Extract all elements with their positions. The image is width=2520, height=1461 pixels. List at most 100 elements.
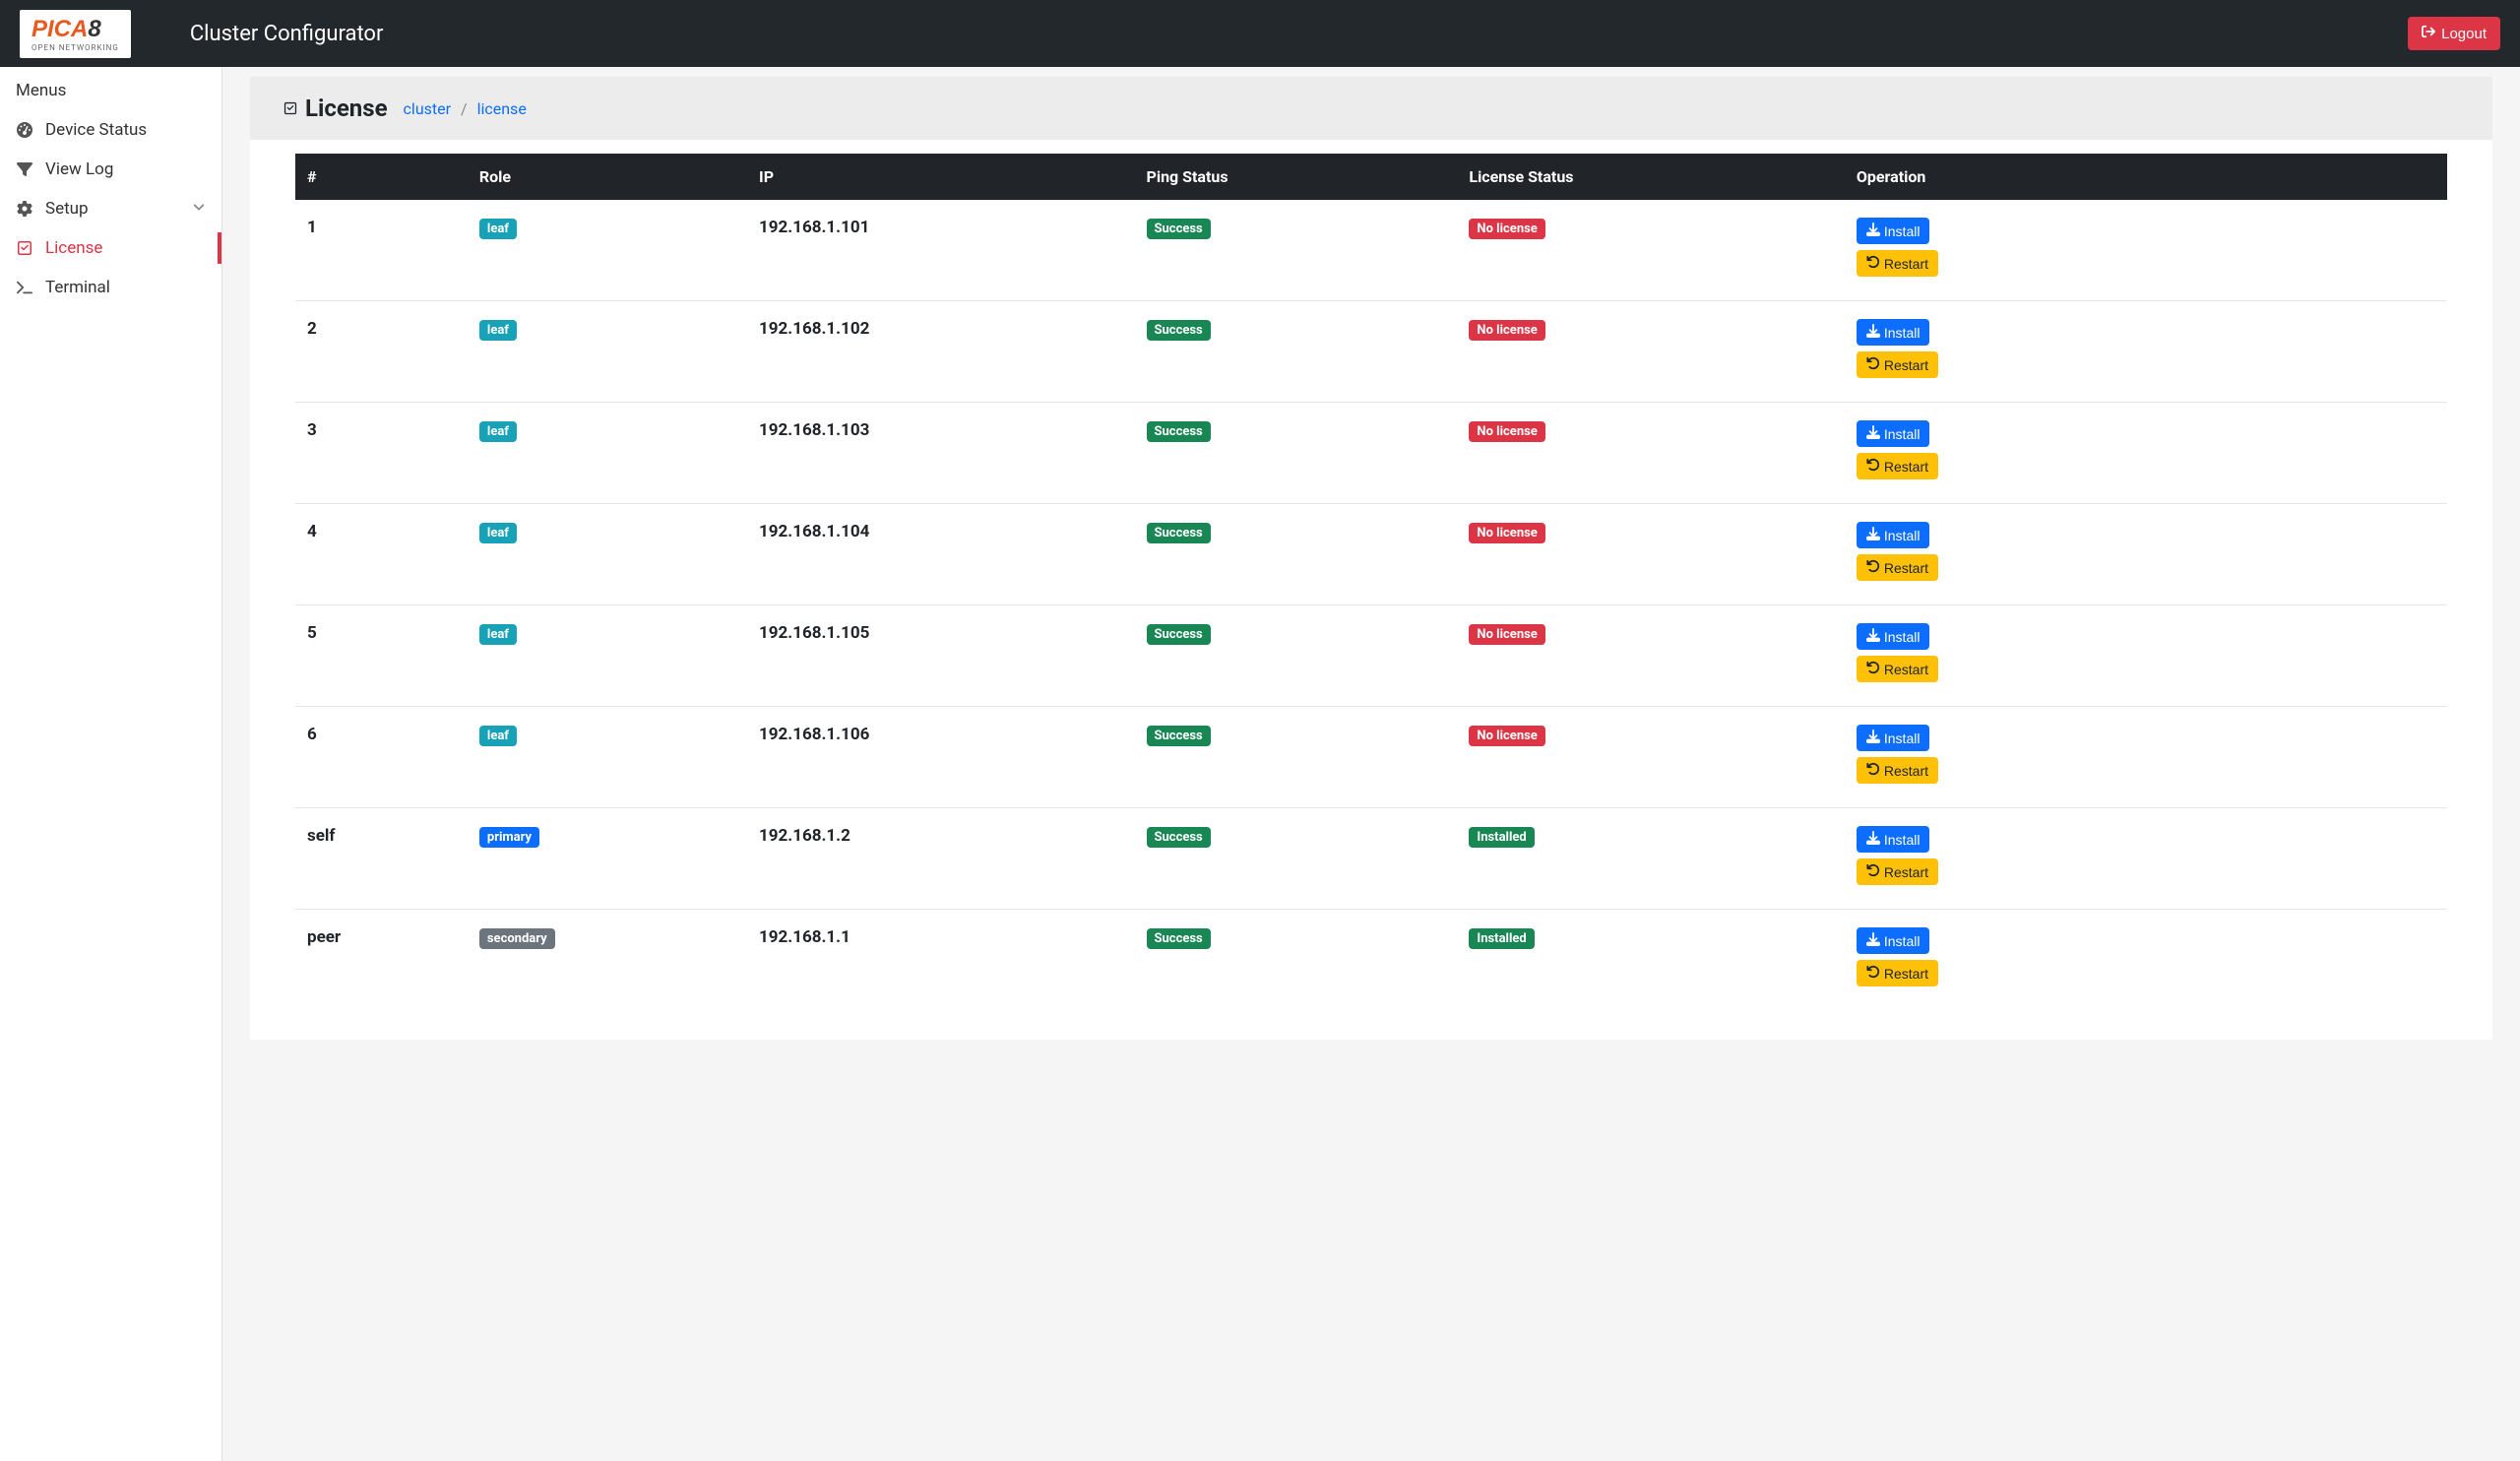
cell-operation: Install Restart bbox=[1845, 504, 2447, 605]
cell-operation: Install Restart bbox=[1845, 605, 2447, 707]
ping-badge: Success bbox=[1147, 726, 1211, 746]
navbar: PICA8 OPEN NETWORKING Cluster Configurat… bbox=[0, 0, 2520, 67]
breadcrumb-cluster[interactable]: cluster bbox=[404, 99, 451, 118]
logo-subtitle: OPEN NETWORKING bbox=[32, 43, 119, 52]
license-badge: No license bbox=[1469, 726, 1544, 746]
logout-label: Logout bbox=[2441, 26, 2487, 42]
license-table: # Role IP Ping Status License Status Ope… bbox=[295, 154, 2447, 1010]
role-badge: leaf bbox=[479, 624, 517, 645]
cell-role: leaf bbox=[468, 200, 747, 301]
table-row: peersecondary192.168.1.1SuccessInstalled… bbox=[295, 910, 2447, 1011]
install-button[interactable]: Install bbox=[1857, 725, 1930, 751]
sidebar-item-label: Setup bbox=[45, 199, 89, 219]
cell-num: 4 bbox=[295, 504, 468, 605]
cell-ip: 192.168.1.103 bbox=[747, 403, 1134, 504]
download-icon bbox=[1866, 932, 1880, 949]
cell-operation: Install Restart bbox=[1845, 707, 2447, 808]
cell-operation: Install Restart bbox=[1845, 301, 2447, 403]
restart-button[interactable]: Restart bbox=[1857, 757, 1938, 784]
check-icon bbox=[284, 96, 297, 120]
cell-operation: Install Restart bbox=[1845, 910, 2447, 1011]
license-badge: No license bbox=[1469, 219, 1544, 239]
cell-operation: Install Restart bbox=[1845, 808, 2447, 910]
cell-num: 5 bbox=[295, 605, 468, 707]
restart-icon bbox=[1866, 559, 1880, 576]
ping-badge: Success bbox=[1147, 219, 1211, 239]
cell-license: No license bbox=[1457, 504, 1844, 605]
logo-main-text: PICA bbox=[32, 16, 88, 42]
license-badge: No license bbox=[1469, 523, 1544, 543]
sidebar-item-device-status[interactable]: Device Status bbox=[0, 110, 221, 150]
install-button[interactable]: Install bbox=[1857, 319, 1930, 346]
install-button[interactable]: Install bbox=[1857, 522, 1930, 548]
install-button[interactable]: Install bbox=[1857, 623, 1930, 650]
download-icon bbox=[1866, 425, 1880, 442]
restart-button[interactable]: Restart bbox=[1857, 858, 1938, 885]
download-icon bbox=[1866, 730, 1880, 746]
cell-num: 1 bbox=[295, 200, 468, 301]
restart-button[interactable]: Restart bbox=[1857, 656, 1938, 682]
cell-role: secondary bbox=[468, 910, 747, 1011]
logo-accent-text: 8 bbox=[88, 16, 100, 42]
restart-button[interactable]: Restart bbox=[1857, 453, 1938, 479]
cell-role: leaf bbox=[468, 403, 747, 504]
restart-icon bbox=[1866, 255, 1880, 272]
col-license: License Status bbox=[1457, 154, 1844, 200]
restart-button[interactable]: Restart bbox=[1857, 351, 1938, 378]
cell-num: 3 bbox=[295, 403, 468, 504]
table-row: selfprimary192.168.1.2SuccessInstalled I… bbox=[295, 808, 2447, 910]
ping-badge: Success bbox=[1147, 523, 1211, 543]
sidebar-item-terminal[interactable]: Terminal bbox=[0, 268, 221, 307]
sidebar: Menus Device StatusView LogSetupLicenseT… bbox=[0, 67, 222, 1461]
col-operation: Operation bbox=[1845, 154, 2447, 200]
logo[interactable]: PICA8 OPEN NETWORKING bbox=[20, 10, 131, 58]
cell-role: leaf bbox=[468, 504, 747, 605]
role-badge: leaf bbox=[479, 421, 517, 442]
cell-license: Installed bbox=[1457, 910, 1844, 1011]
cell-ip: 192.168.1.105 bbox=[747, 605, 1134, 707]
cell-ping: Success bbox=[1135, 808, 1458, 910]
cell-ping: Success bbox=[1135, 605, 1458, 707]
cell-ip: 192.168.1.104 bbox=[747, 504, 1134, 605]
install-button[interactable]: Install bbox=[1857, 826, 1930, 853]
license-badge: No license bbox=[1469, 320, 1544, 341]
role-badge: primary bbox=[479, 827, 539, 848]
install-button[interactable]: Install bbox=[1857, 218, 1930, 244]
cell-ip: 192.168.1.2 bbox=[747, 808, 1134, 910]
cell-num: 6 bbox=[295, 707, 468, 808]
restart-icon bbox=[1866, 661, 1880, 677]
install-button[interactable]: Install bbox=[1857, 420, 1930, 447]
main-content: License cluster / license # Role IP Ping… bbox=[222, 67, 2520, 1461]
col-ping: Ping Status bbox=[1135, 154, 1458, 200]
cell-ip: 192.168.1.101 bbox=[747, 200, 1134, 301]
restart-button[interactable]: Restart bbox=[1857, 960, 1938, 986]
sidebar-item-license[interactable]: License bbox=[0, 228, 221, 268]
cell-license: No license bbox=[1457, 200, 1844, 301]
page-header: License cluster / license bbox=[250, 77, 2492, 140]
sidebar-item-view-log[interactable]: View Log bbox=[0, 150, 221, 189]
restart-button[interactable]: Restart bbox=[1857, 554, 1938, 581]
cell-ping: Success bbox=[1135, 910, 1458, 1011]
breadcrumb: cluster / license bbox=[404, 99, 527, 118]
breadcrumb-license[interactable]: license bbox=[477, 99, 527, 118]
role-badge: secondary bbox=[479, 928, 555, 949]
logout-button[interactable]: Logout bbox=[2408, 17, 2500, 50]
install-button[interactable]: Install bbox=[1857, 927, 1930, 954]
restart-button[interactable]: Restart bbox=[1857, 250, 1938, 277]
sidebar-item-setup[interactable]: Setup bbox=[0, 189, 221, 228]
role-badge: leaf bbox=[479, 523, 517, 543]
cell-role: primary bbox=[468, 808, 747, 910]
cell-ip: 192.168.1.1 bbox=[747, 910, 1134, 1011]
cell-operation: Install Restart bbox=[1845, 403, 2447, 504]
col-role: Role bbox=[468, 154, 747, 200]
breadcrumb-separator: / bbox=[461, 99, 468, 118]
cell-ping: Success bbox=[1135, 504, 1458, 605]
cell-role: leaf bbox=[468, 605, 747, 707]
content-card: # Role IP Ping Status License Status Ope… bbox=[250, 140, 2492, 1040]
license-badge: Installed bbox=[1469, 928, 1534, 949]
license-badge: Installed bbox=[1469, 827, 1534, 848]
table-row: 2leaf192.168.1.102SuccessNo license Inst… bbox=[295, 301, 2447, 403]
ping-badge: Success bbox=[1147, 624, 1211, 645]
cell-ping: Success bbox=[1135, 707, 1458, 808]
cell-ping: Success bbox=[1135, 301, 1458, 403]
